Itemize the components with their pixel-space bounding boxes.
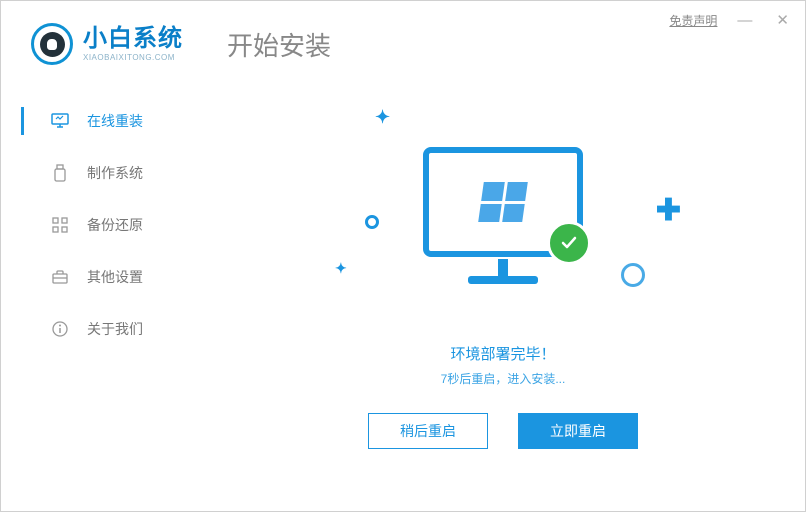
page-title: 开始安装	[227, 26, 331, 63]
brand-name: 小白系统	[83, 26, 183, 52]
logo: 小白系统 XIAOBAIXITONG.COM	[31, 23, 183, 65]
sidebar: 在线重装 制作系统 备份还原 其他设置 关于我们	[1, 77, 201, 497]
main-content: ✦ ✦ ✚ 环境部署完毕！ 7秒后重启，进入安装... 稍后重启 立即重启	[201, 77, 805, 497]
sidebar-item-about[interactable]: 关于我们	[1, 303, 201, 355]
sidebar-item-label: 关于我们	[87, 319, 143, 339]
plus-icon: ✦	[335, 260, 347, 277]
sidebar-item-other-settings[interactable]: 其他设置	[1, 251, 201, 303]
close-button[interactable]: ✕	[772, 11, 793, 29]
status-main-text: 环境部署完毕！	[441, 343, 566, 364]
illustration: ✦ ✦ ✚	[323, 97, 683, 307]
sidebar-item-label: 备份还原	[87, 215, 143, 235]
toolbox-icon	[51, 268, 69, 286]
plus-icon: ✦	[375, 107, 390, 128]
logo-icon	[31, 23, 73, 65]
sidebar-item-online-reinstall[interactable]: 在线重装	[1, 95, 201, 147]
sidebar-item-backup-restore[interactable]: 备份还原	[1, 199, 201, 251]
restart-later-button[interactable]: 稍后重启	[368, 413, 488, 449]
usb-icon	[51, 164, 69, 182]
sidebar-item-label: 制作系统	[87, 163, 143, 183]
minimize-button[interactable]: —	[733, 12, 756, 29]
sidebar-item-label: 其他设置	[87, 267, 143, 287]
plus-icon: ✚	[656, 193, 681, 228]
monitor-icon	[51, 112, 69, 130]
grid-icon	[51, 216, 69, 234]
sidebar-item-label: 在线重装	[87, 111, 143, 131]
brand-sub: XIAOBAIXITONG.COM	[83, 53, 183, 62]
status-sub-text: 7秒后重启，进入安装...	[441, 370, 566, 387]
check-icon	[547, 221, 591, 265]
disclaimer-link[interactable]: 免责声明	[669, 12, 717, 29]
windows-logo-icon	[478, 182, 528, 222]
circle-icon	[621, 263, 645, 287]
info-icon	[51, 320, 69, 338]
restart-now-button[interactable]: 立即重启	[518, 413, 638, 449]
circle-icon	[365, 215, 379, 229]
sidebar-item-make-system[interactable]: 制作系统	[1, 147, 201, 199]
monitor-graphic	[423, 147, 583, 257]
